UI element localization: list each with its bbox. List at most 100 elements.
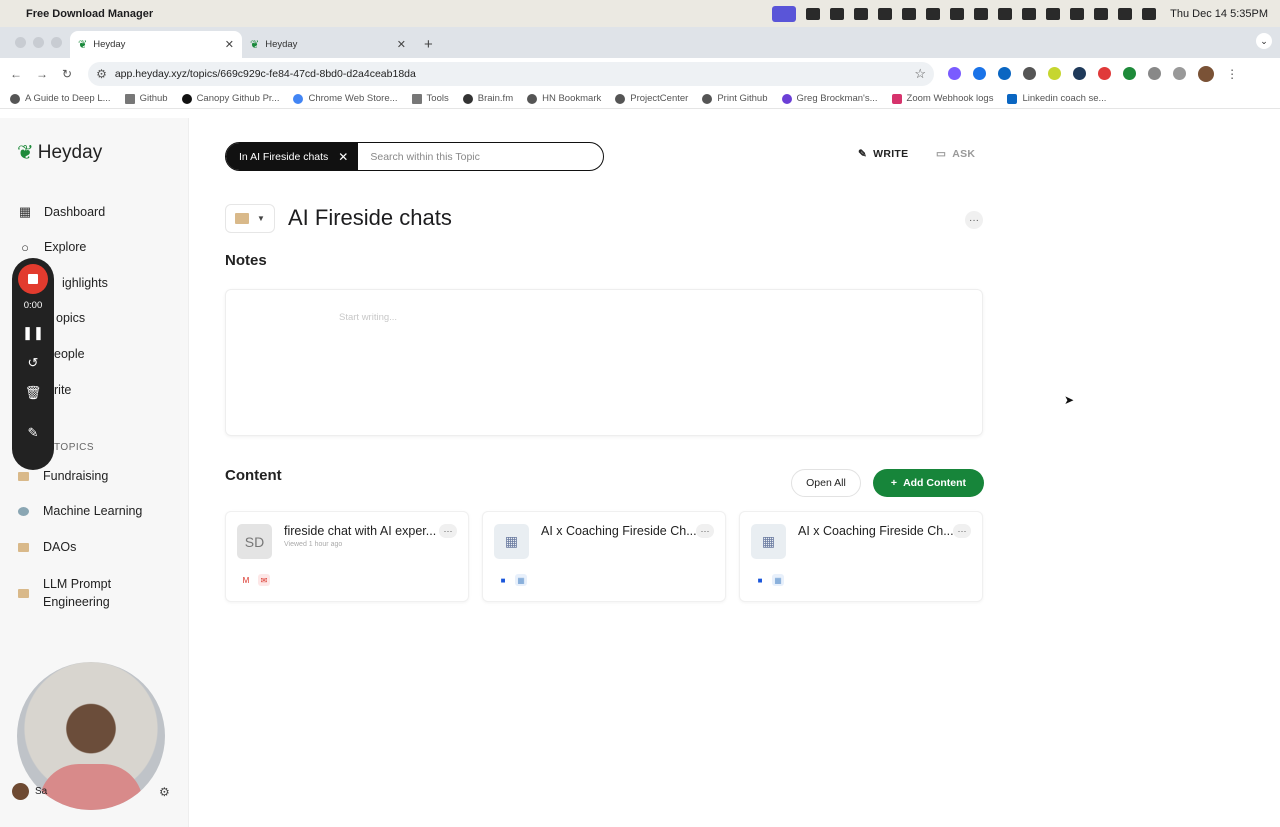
window-icon[interactable] [830,7,845,20]
browser-tab[interactable]: ❦ Heyday ✕ [242,31,414,58]
address-bar[interactable]: ⚙ app.heyday.xyz/topics/669c929c-fe84-47… [88,61,935,86]
toggl-icon[interactable] [878,7,893,20]
sidebar-topic-machine-learning[interactable]: Machine Learning [18,504,142,518]
extension-icon[interactable] [998,67,1012,80]
minimize-window-button[interactable] [33,37,44,48]
bookmark-item[interactable]: Chrome Web Store... [293,93,398,104]
cloud-icon[interactable] [950,7,965,20]
control-center-icon[interactable] [1142,7,1157,20]
back-arrow-icon[interactable]: ← [10,67,22,81]
forward-arrow-icon[interactable]: → [36,67,48,81]
sidebar-item-people[interactable]: eople [54,347,85,361]
card-more-icon[interactable]: ··· [696,524,714,538]
url-text[interactable]: app.heyday.xyz/topics/669c929c-fe84-47cd… [115,68,416,80]
google-icon [293,93,304,104]
close-tab-icon[interactable]: ✕ [225,38,234,51]
bookmark-item[interactable]: Tools [411,93,449,104]
spotlight-search-icon[interactable] [1118,7,1133,20]
bookmark-item[interactable]: Zoom Webhook logs [891,93,993,104]
trash-icon[interactable]: 🗑 [25,385,42,401]
open-all-button[interactable]: Open All [791,469,861,497]
globe-icon [615,93,626,104]
bookmark-item[interactable]: Canopy Github Pr... [181,93,279,104]
bookmark-item[interactable]: Greg Brockman's... [781,93,878,104]
ask-button[interactable]: ▭ ASK [936,148,975,160]
site-settings-icon[interactable]: ⚙ [96,67,107,81]
new-tab-button[interactable]: + [414,31,443,58]
card-more-icon[interactable]: ··· [439,524,457,538]
reload-icon[interactable]: ↻ [62,67,72,81]
close-icon[interactable]: ✕ [338,150,348,164]
horse-icon[interactable] [926,7,941,20]
bookmark-item[interactable]: Github [124,93,168,104]
extension-icon[interactable] [948,67,962,80]
content-card[interactable]: ▦ AI x Coaching Fireside Ch... ··· ■ ▦ [739,511,983,602]
bookmark-item[interactable]: ProjectCenter [615,93,688,104]
bookmark-item[interactable]: Linkedin coach se... [1007,93,1106,104]
settings-gear-icon[interactable]: ⚙ [159,785,170,799]
bookmark-item[interactable]: HN Bookmark [527,93,601,104]
extension-icon[interactable] [1123,67,1137,80]
battery-icon[interactable] [1070,7,1085,20]
search-input[interactable] [358,150,603,163]
volume-icon[interactable] [998,7,1013,20]
content-card[interactable]: SD fireside chat with AI exper... Viewed… [225,511,469,602]
tab-search-icon[interactable]: ⌄ [1256,33,1272,49]
notes-editor[interactable]: Start writing... [225,289,983,436]
sidebar-topic-daos[interactable]: DAOs [18,540,76,554]
sidebar-item-dashboard[interactable]: ▦ Dashboard [18,204,105,219]
menu-bar-clock[interactable]: Thu Dec 14 5:35PM [1170,8,1268,20]
pause-icon[interactable]: ❚❚ [22,325,44,341]
page-title[interactable]: AI Fireside chats [288,205,452,231]
write-button[interactable]: ✎ WRITE [858,148,908,160]
topic-icon-picker[interactable]: ▼ [225,204,275,233]
folder-icon [18,471,29,481]
puzzle-extensions-icon[interactable] [1148,67,1162,80]
extension-icon[interactable] [1023,67,1037,80]
card-more-icon[interactable]: ··· [953,524,971,538]
video-camera-icon: ■ [757,575,763,585]
sidebar-item-write[interactable]: rite [54,383,71,397]
extension-icon[interactable] [973,67,987,80]
wifi-icon[interactable] [1094,7,1109,20]
restart-icon[interactable]: ↺ [28,355,39,371]
extension-icon[interactable] [1098,67,1112,80]
notion-icon[interactable] [902,7,917,20]
browser-tab-active[interactable]: ❦ Heyday ✕ [70,31,242,58]
close-tab-icon[interactable]: ✕ [397,38,406,51]
play-icon[interactable] [1022,7,1037,20]
sidebar-item-explore[interactable]: ○ Explore [18,240,86,255]
dropbox-icon[interactable] [974,7,989,20]
add-content-button[interactable]: + Add Content [873,469,984,497]
side-panel-icon[interactable] [1173,67,1187,80]
zoom-window-button[interactable] [51,37,62,48]
user-profile[interactable]: Sa [12,783,47,800]
close-window-button[interactable] [15,37,26,48]
stop-icon [28,274,38,284]
layout-icon[interactable] [806,7,821,20]
tool-icon[interactable] [854,7,869,20]
bookmark-star-icon[interactable]: ☆ [914,66,926,82]
chrome-menu-icon[interactable]: ⋮ [1226,67,1238,81]
search-scope-pill[interactable]: In AI Fireside chats ✕ [226,143,359,170]
active-app-name[interactable]: Free Download Manager [26,8,153,20]
sidebar-topic-fundraising[interactable]: Fundraising [18,469,108,483]
stop-recording-button[interactable] [18,264,48,294]
sidebar-topic-llm-prompt-engineering[interactable]: LLM Prompt Engineering [18,575,133,611]
draw-pen-icon[interactable]: ✎ [28,425,39,441]
sidebar-item-highlights[interactable]: ighlights [62,276,108,290]
sidebar-item-topics[interactable]: opics [56,311,85,325]
profile-avatar-icon[interactable] [1198,65,1215,82]
screen-recorder-icon[interactable] [772,5,797,22]
bluetooth-icon[interactable] [1046,7,1061,20]
folder-icon [18,588,29,598]
grid-icon: ▦ [18,204,32,219]
extension-icon[interactable] [1073,67,1087,80]
bookmark-item[interactable]: Print Github [702,93,768,104]
bookmark-item[interactable]: A Guide to Deep L... [10,93,111,104]
heyday-logo[interactable]: ❦ Heyday [17,140,102,165]
bookmark-item[interactable]: Brain.fm [462,93,513,104]
content-card[interactable]: ▦ AI x Coaching Fireside Ch... ··· ■ ▦ [482,511,726,602]
extension-icon[interactable] [1048,67,1062,80]
more-options-icon[interactable]: ··· [965,211,983,229]
